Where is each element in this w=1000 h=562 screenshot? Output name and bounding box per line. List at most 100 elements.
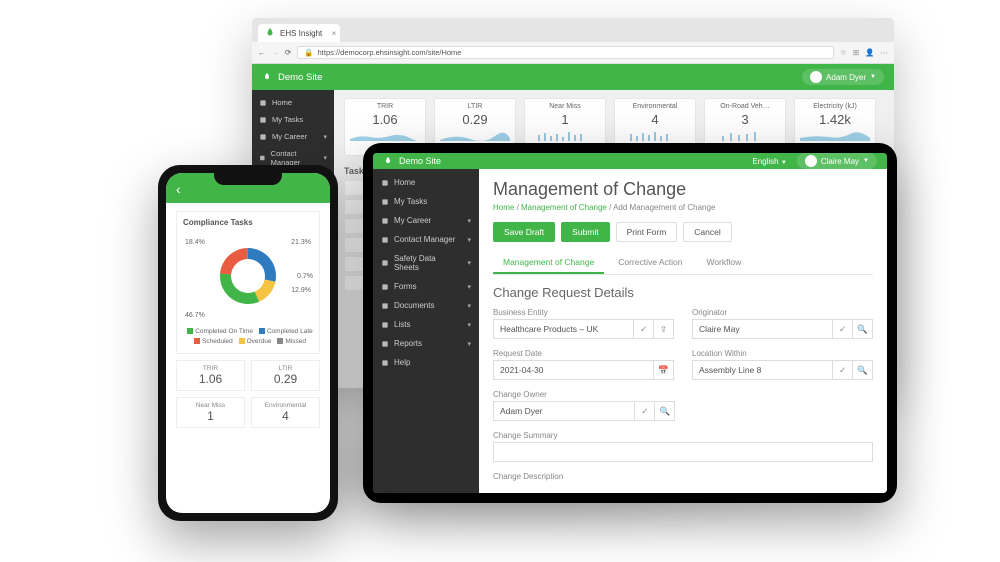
url-input[interactable]: 🔒 https://democorp.ehsinsight.com/site/H… <box>297 46 834 59</box>
chevron-down-icon: ▾ <box>467 283 471 291</box>
sidebar-item-documents[interactable]: Documents▾ <box>373 296 479 315</box>
folder-icon <box>381 302 389 310</box>
business-entity-field[interactable]: Healthcare Products – UK ✓ ⇪ <box>493 319 674 339</box>
tab-workflow[interactable]: Workflow <box>696 252 751 274</box>
reload-icon[interactable]: ⟳ <box>285 48 291 57</box>
nav-forward-icon[interactable]: → <box>272 48 280 57</box>
print-form-button[interactable]: Print Form <box>616 222 678 242</box>
favorite-icon[interactable]: ☆ <box>840 48 847 57</box>
chevron-down-icon: ▾ <box>467 259 471 267</box>
lock-icon: 🔒 <box>304 48 313 57</box>
chevron-down-icon: ▼ <box>870 74 876 80</box>
kpi-card[interactable]: Environmental4 <box>251 397 320 428</box>
location-within-field[interactable]: Assembly Line 8 ✓ 🔍 <box>692 360 873 380</box>
sidebar-item-label: My Tasks <box>272 115 303 124</box>
user-chip[interactable]: Claire May ▼ <box>797 153 877 169</box>
request-date-label: Request Date <box>493 349 674 358</box>
logo-icon <box>262 72 272 82</box>
kpi-card[interactable]: TRIR1.06 <box>176 360 245 391</box>
sidebar-item-my-career[interactable]: My Career▾ <box>373 211 479 230</box>
sidebar-item-safety-data-sheets[interactable]: Safety Data Sheets▾ <box>373 249 479 277</box>
sidebar-item-lists[interactable]: Lists▾ <box>373 315 479 334</box>
search-icon[interactable]: 🔍 <box>852 320 872 338</box>
change-owner-label: Change Owner <box>493 390 873 399</box>
request-date-field[interactable]: 2021-04-30 📅 <box>493 360 674 380</box>
nav-back-icon[interactable]: ← <box>258 48 266 57</box>
search-icon[interactable]: 🔍 <box>654 402 674 420</box>
submit-button[interactable]: Submit <box>561 222 609 242</box>
calendar-icon[interactable]: 📅 <box>653 361 673 379</box>
change-owner-field[interactable]: Adam Dyer ✓ 🔍 <box>493 401 675 421</box>
originator-field[interactable]: Claire May ✓ 🔍 <box>692 319 873 339</box>
sidebar-item-home[interactable]: Home <box>373 173 479 192</box>
tab-strip: Management of Change Corrective Action W… <box>493 252 873 275</box>
flag-icon <box>259 116 267 124</box>
language-selector[interactable]: English ▼ <box>752 157 786 166</box>
browser-tab[interactable]: EHS Insight × <box>258 24 340 42</box>
kpi-card[interactable]: Near Miss1 <box>176 397 245 428</box>
check-icon[interactable]: ✓ <box>832 320 852 338</box>
phone-device: ‹ Compliance Tasks <box>158 165 338 521</box>
sidebar-item-help[interactable]: Help <box>373 353 479 372</box>
sidebar-item-my-tasks[interactable]: My Tasks <box>373 192 479 211</box>
sidebar-item-my-career[interactable]: My Career▾ <box>252 128 334 145</box>
chevron-down-icon: ▾ <box>467 302 471 310</box>
tab-corrective-action[interactable]: Corrective Action <box>608 252 692 274</box>
kpi-value: 1 <box>181 409 240 423</box>
tab-favicon-icon <box>264 27 276 39</box>
sidebar-item-home[interactable]: Home <box>252 94 334 111</box>
people-icon <box>381 236 389 244</box>
cancel-button[interactable]: Cancel <box>683 222 731 242</box>
sidebar-item-label: My Tasks <box>394 197 427 206</box>
more-icon[interactable]: ⋯ <box>881 48 889 57</box>
check-icon[interactable]: ✓ <box>633 320 653 338</box>
tablet-device: Demo Site English ▼ Claire May ▼ Home My … <box>363 143 897 503</box>
user-name: Claire May <box>821 157 859 166</box>
breadcrumb-item: Add Management of Change <box>613 203 715 212</box>
check-icon[interactable]: ✓ <box>832 361 852 379</box>
share-icon[interactable]: ⇪ <box>653 320 673 338</box>
home-icon <box>381 179 389 187</box>
search-icon[interactable]: 🔍 <box>852 361 872 379</box>
sparkline-icon <box>620 129 690 141</box>
sidebar-item-label: Home <box>272 98 292 107</box>
sidebar-item-label: Contact Manager <box>394 235 455 244</box>
save-draft-button[interactable]: Save Draft <box>493 222 555 242</box>
help-icon <box>381 359 389 367</box>
sidebar-item-contact-manager[interactable]: Contact Manager▾ <box>373 230 479 249</box>
logo-icon <box>383 156 393 166</box>
tab-management-of-change[interactable]: Management of Change <box>493 252 604 274</box>
kpi-value: 0.29 <box>462 112 487 127</box>
kpi-value: 4 <box>256 409 315 423</box>
extension-icon[interactable]: ⊞ <box>853 48 859 57</box>
sidebar-item-label: My Career <box>272 132 307 141</box>
file-icon <box>381 259 389 267</box>
change-summary-label: Change Summary <box>493 431 873 440</box>
check-icon[interactable]: ✓ <box>634 402 654 420</box>
kpi-label: Environmental <box>256 402 315 409</box>
breadcrumb-item[interactable]: Home <box>493 203 514 212</box>
sidebar-item-reports[interactable]: Reports▾ <box>373 334 479 353</box>
site-title: Demo Site <box>399 156 441 166</box>
list-icon <box>381 321 389 329</box>
change-summary-field[interactable] <box>493 442 873 462</box>
sidebar-item-my-tasks[interactable]: My Tasks <box>252 111 334 128</box>
kpi-value: 3 <box>741 112 748 127</box>
kpi-card[interactable]: LTIR0.29 <box>251 360 320 391</box>
site-title: Demo Site <box>278 72 322 83</box>
chevron-down-icon: ▾ <box>467 321 471 329</box>
close-tab-icon[interactable]: × <box>332 29 337 38</box>
sidebar-item-forms[interactable]: Forms▾ <box>373 277 479 296</box>
star-icon <box>381 217 389 225</box>
back-icon[interactable]: ‹ <box>176 181 181 197</box>
business-entity-label: Business Entity <box>493 308 674 317</box>
breadcrumb-item[interactable]: Management of Change <box>521 203 607 212</box>
user-name: Adam Dyer <box>826 73 866 82</box>
browser-tabstrip: EHS Insight × <box>252 18 894 42</box>
kpi-label: TRIR <box>377 103 393 110</box>
compliance-tasks-card: Compliance Tasks 18.4% 21.3% <box>176 211 320 354</box>
user-chip[interactable]: Adam Dyer ▼ <box>802 69 884 85</box>
kpi-label: Electricity (kJ) <box>813 103 857 110</box>
profile-icon[interactable]: 👤 <box>865 48 874 57</box>
chevron-down-icon: ▾ <box>467 217 471 225</box>
